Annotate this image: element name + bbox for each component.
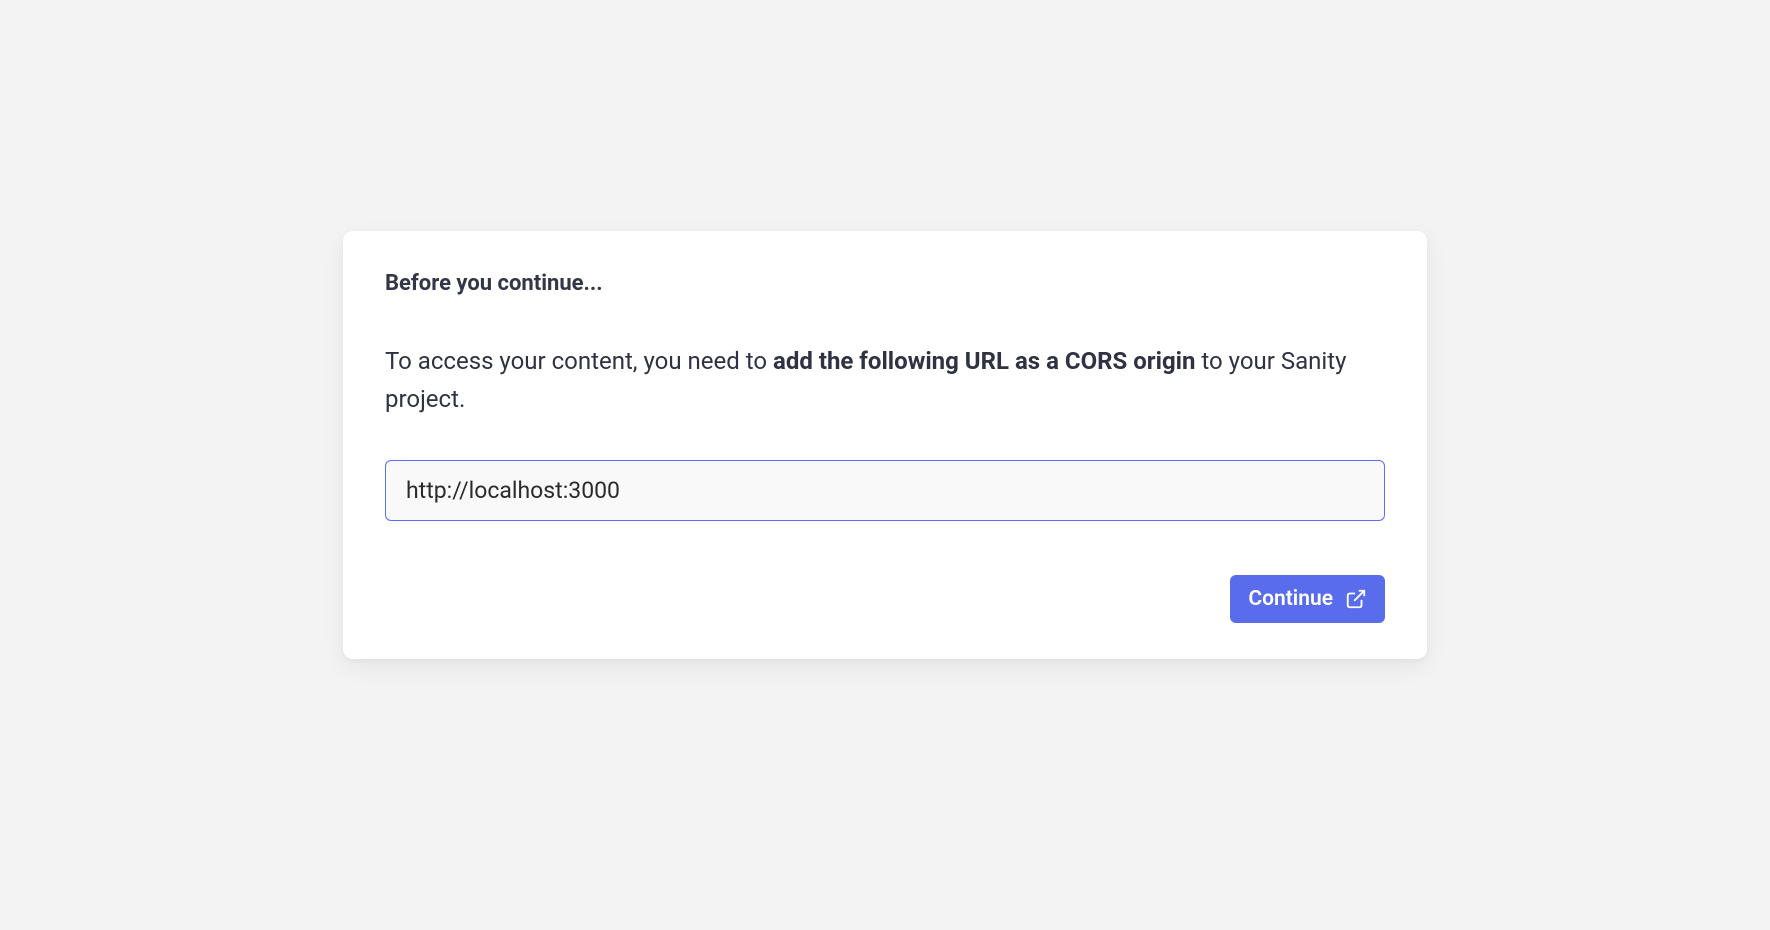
dialog-title: Before you continue... — [385, 271, 1385, 296]
cors-url-input[interactable] — [385, 460, 1385, 521]
dialog-footer: Continue — [385, 575, 1385, 623]
continue-button[interactable]: Continue — [1230, 575, 1385, 623]
continue-button-label: Continue — [1248, 587, 1333, 611]
cors-dialog: Before you continue... To access your co… — [343, 231, 1427, 660]
description-prefix: To access your content, you need to — [385, 347, 773, 375]
external-link-icon — [1345, 588, 1367, 610]
dialog-description: To access your content, you need to add … — [385, 342, 1385, 419]
description-bold: add the following URL as a CORS origin — [773, 347, 1195, 375]
